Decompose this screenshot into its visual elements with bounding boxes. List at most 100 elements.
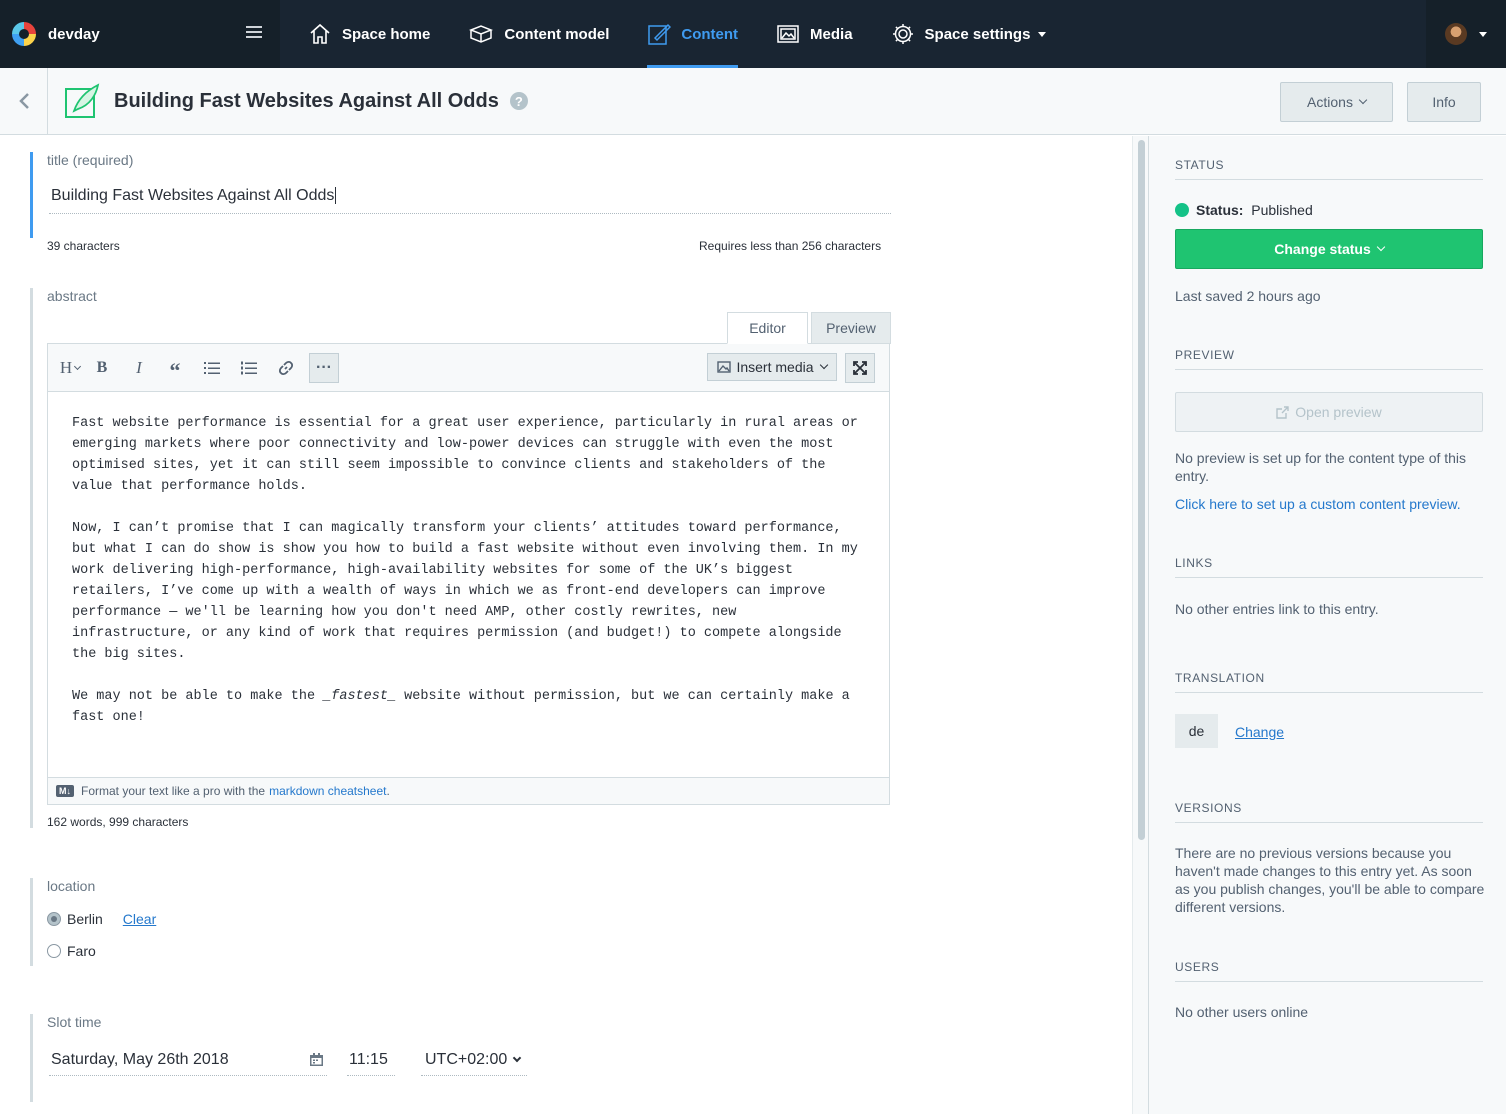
- links-text: No other entries link to this entry.: [1175, 601, 1379, 617]
- radio-button[interactable]: [47, 944, 61, 958]
- content-model-icon: [469, 25, 494, 43]
- translation-heading: TRANSLATION: [1175, 671, 1483, 693]
- numbered-list-button[interactable]: [241, 357, 257, 379]
- change-locale-link[interactable]: Change: [1235, 723, 1315, 741]
- radio-button[interactable]: [47, 912, 61, 926]
- link-button[interactable]: [278, 357, 294, 379]
- paragraph-text: We may not be able to make the: [72, 689, 324, 704]
- entry-title: Building Fast Websites Against All Odds: [114, 89, 499, 112]
- last-saved: Last saved 2 hours ago: [1175, 288, 1321, 304]
- field-label: Slot time: [47, 1014, 102, 1030]
- field-label: abstract: [47, 288, 97, 304]
- change-status-button[interactable]: Change status: [1175, 229, 1483, 269]
- heading-button[interactable]: H: [56, 357, 84, 379]
- fullscreen-button[interactable]: [845, 353, 875, 383]
- menu-icon[interactable]: [246, 26, 262, 38]
- title-input[interactable]: Building Fast Websites Against All Odds: [49, 182, 891, 214]
- bullet-list-icon: [204, 362, 220, 374]
- radio-option-berlin[interactable]: Berlin Clear: [47, 911, 156, 927]
- info-label: Info: [1432, 94, 1456, 110]
- nav-content-label: Content: [681, 25, 739, 43]
- scrollbar[interactable]: [1132, 136, 1148, 1114]
- calendar-icon[interactable]: [310, 1053, 323, 1066]
- chevron-down-icon: [513, 1053, 522, 1062]
- top-navigation: devday Space home Content model Content …: [0, 0, 1506, 68]
- time-value: 11:15: [349, 1050, 388, 1068]
- markdown-footer: M↓ Format your text like a pro with the …: [48, 777, 889, 804]
- more-options-button[interactable]: ···: [309, 353, 339, 383]
- markdown-icon: M↓: [56, 785, 74, 797]
- change-status-label: Change status: [1274, 241, 1371, 257]
- home-icon: [310, 23, 330, 44]
- nav-space-home[interactable]: Space home: [308, 0, 430, 68]
- entry-editor: title (required) Building Fast Websites …: [0, 136, 1132, 1114]
- content-icon: [648, 23, 672, 45]
- nav-content-model-label: Content model: [504, 25, 610, 43]
- chevron-down-icon: [1376, 242, 1385, 252]
- paragraph: Now, I can’t promise that I can magicall…: [72, 521, 858, 662]
- date-input[interactable]: Saturday, May 26th 2018: [49, 1044, 327, 1076]
- radio-label: Faro: [67, 943, 96, 959]
- insert-media-label: Insert media: [736, 359, 814, 375]
- paragraph: We may not be able to make the _fastest_…: [72, 686, 865, 728]
- markdown-cheatsheet-link[interactable]: markdown cheatsheet: [269, 784, 386, 798]
- back-button[interactable]: [0, 67, 48, 135]
- open-preview-button[interactable]: Open preview: [1175, 392, 1483, 432]
- users-heading: USERS: [1175, 960, 1483, 982]
- space-name: devday: [48, 25, 100, 43]
- markdown-hint-end: .: [386, 784, 390, 798]
- media-icon: [777, 25, 799, 43]
- bold-button[interactable]: B: [94, 357, 110, 379]
- actions-label: Actions: [1307, 94, 1353, 110]
- markdown-textarea[interactable]: Fast website performance is essential fo…: [48, 392, 889, 777]
- external-link-icon: [1276, 405, 1289, 419]
- info-button[interactable]: Info: [1407, 82, 1481, 122]
- tab-preview[interactable]: Preview: [811, 312, 891, 344]
- title-input-value: Building Fast Websites Against All Odds: [51, 187, 335, 204]
- field-label: location: [47, 878, 96, 894]
- nav-space-settings[interactable]: Space settings: [891, 0, 1047, 68]
- setup-preview-link[interactable]: Click here to set up a custom content pr…: [1175, 495, 1485, 513]
- user-menu[interactable]: [1426, 0, 1506, 68]
- scrollbar-thumb[interactable]: [1138, 140, 1145, 840]
- title-field: title (required) Building Fast Websites …: [30, 152, 891, 253]
- insert-media-button[interactable]: Insert media: [707, 353, 837, 381]
- chevron-down-icon: [1358, 95, 1368, 105]
- expand-icon: [853, 361, 867, 375]
- quote-button[interactable]: “: [166, 357, 184, 383]
- nav-content[interactable]: Content: [647, 0, 738, 68]
- nav-space-settings-label: Space settings: [924, 25, 1031, 43]
- paragraph: Fast website performance is essential fo…: [72, 416, 858, 494]
- nav-items: Space home Content model Content Media S…: [280, 0, 1084, 68]
- slot-time-field: Slot time Saturday, May 26th 2018 11:15 …: [30, 1014, 590, 1102]
- caret-down-icon: [1038, 31, 1047, 37]
- radio-label: Berlin: [67, 911, 103, 927]
- chevron-down-icon: [819, 360, 828, 370]
- clear-link[interactable]: Clear: [123, 911, 156, 927]
- status-line: Status: Published: [1175, 201, 1485, 219]
- chevron-left-icon: [18, 93, 29, 109]
- paragraph-emphasis: _fastest_: [323, 689, 397, 704]
- entry-header: Building Fast Websites Against All Odds …: [0, 67, 1506, 135]
- entry-sidebar: STATUS Status: Published Change status L…: [1148, 136, 1506, 1114]
- open-preview-label: Open preview: [1295, 404, 1382, 420]
- location-field: location Berlin Clear Faro: [30, 878, 330, 966]
- users-text: No other users online: [1175, 1004, 1309, 1020]
- bullet-list-button[interactable]: [204, 357, 220, 379]
- markdown-hint: Format your text like a pro with the: [81, 784, 266, 798]
- tab-editor[interactable]: Editor: [727, 312, 808, 344]
- caret-down-icon: [1479, 31, 1487, 37]
- timezone-select[interactable]: UTC+02:00: [421, 1044, 527, 1076]
- actions-button[interactable]: Actions: [1280, 82, 1393, 122]
- nav-media[interactable]: Media: [776, 0, 853, 68]
- preview-heading: PREVIEW: [1175, 348, 1483, 370]
- help-icon[interactable]: ?: [509, 92, 528, 110]
- radio-option-faro[interactable]: Faro: [47, 943, 96, 959]
- space-switcher[interactable]: devday: [0, 0, 280, 68]
- italic-button[interactable]: I: [131, 357, 147, 379]
- chevron-down-icon: [74, 362, 82, 370]
- link-icon: [278, 360, 294, 376]
- nav-content-model[interactable]: Content model: [468, 0, 609, 68]
- entry-quill-icon: [65, 83, 100, 118]
- time-input[interactable]: 11:15: [347, 1044, 395, 1076]
